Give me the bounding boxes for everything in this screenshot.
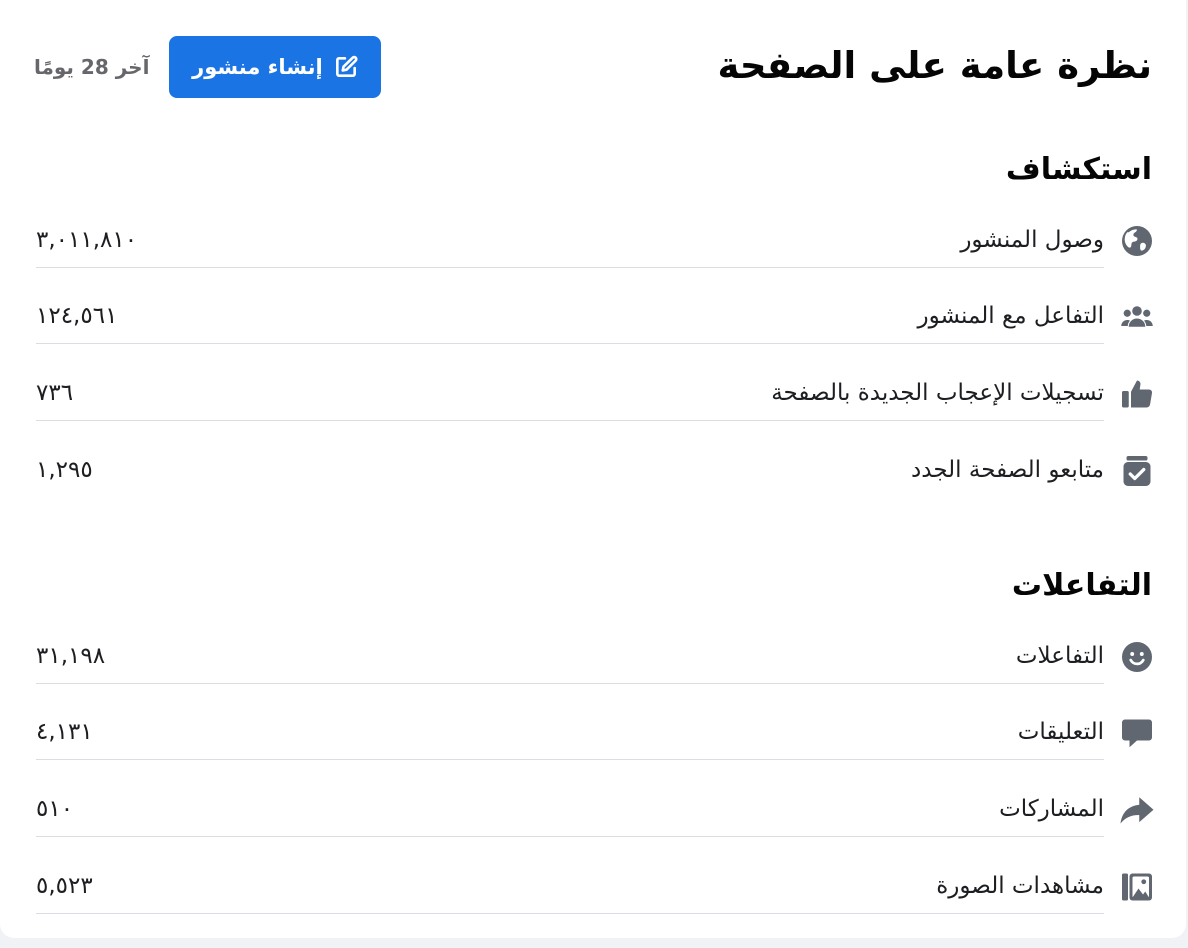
share-icon [1118,791,1156,829]
section-title-discovery: استكشاف [1005,152,1152,187]
metric-label: وصول المنشور [960,227,1104,253]
metric-value: ٥,٥٢٣ [36,873,93,899]
metric-row-post-engagement[interactable]: التفاعل مع المنشور ١٢٤,٥٦١ [36,294,1156,344]
comment-icon [1118,714,1156,752]
row-divider [36,683,1104,684]
metric-value: ٧٣٦ [36,380,74,406]
metric-label: تسجيلات الإعجاب الجديدة بالصفحة [771,380,1104,406]
metric-label: التعليقات [1017,719,1104,745]
row-divider [36,420,1104,421]
row-divider [36,267,1104,268]
globe-icon [1118,222,1156,260]
photo-icon [1118,868,1156,906]
metric-row-new-page-likes[interactable]: تسجيلات الإعجاب الجديدة بالصفحة ٧٣٦ [36,371,1156,421]
metric-value: ٥١٠ [36,796,74,822]
section-title-interactions: التفاعلات [1011,568,1152,603]
create-post-button[interactable]: إنشاء منشور [169,36,382,98]
metric-row-photo-views[interactable]: مشاهدات الصورة ٥,٥٢٣ [36,864,1156,914]
smiley-icon [1118,638,1156,676]
row-divider [36,759,1104,760]
metric-row-new-followers[interactable]: متابعو الصفحة الجدد ١,٢٩٥ [36,448,1156,498]
header: نظرة عامة على الصفحة إنشاء منشور آخر 28 … [34,36,1152,100]
row-divider [36,343,1104,344]
follow-check-icon [1118,452,1156,490]
metric-value: ٣,٠١١,٨١٠ [36,227,138,253]
people-icon [1118,298,1156,336]
period-label: آخر 28 يومًا [34,55,150,79]
metric-value: ٣١,١٩٨ [36,643,106,669]
metric-row-post-reach[interactable]: وصول المنشور ٣,٠١١,٨١٠ [36,218,1156,268]
metric-value: ٤,١٣١ [36,719,93,745]
page-title: نظرة عامة على الصفحة [717,44,1152,87]
metric-label: مشاهدات الصورة [936,873,1104,899]
metric-label: التفاعل مع المنشور [917,303,1104,329]
metric-value: ١,٢٩٥ [36,457,93,483]
page-overview-card: نظرة عامة على الصفحة إنشاء منشور آخر 28 … [0,0,1186,938]
metric-value: ١٢٤,٥٦١ [36,303,118,329]
metric-label: التفاعلات [1015,643,1104,669]
row-divider [36,836,1104,837]
metric-row-reactions[interactable]: التفاعلات ٣١,١٩٨ [36,634,1156,684]
create-post-label: إنشاء منشور [192,55,323,79]
row-divider [36,913,1104,914]
edit-icon [333,54,359,80]
thumbs-up-icon [1118,375,1156,413]
metric-label: المشاركات [999,796,1104,822]
header-actions: إنشاء منشور آخر 28 يومًا [34,36,382,98]
metric-row-shares[interactable]: المشاركات ٥١٠ [36,787,1156,837]
metric-row-comments[interactable]: التعليقات ٤,١٣١ [36,710,1156,760]
metric-label: متابعو الصفحة الجدد [911,457,1104,483]
